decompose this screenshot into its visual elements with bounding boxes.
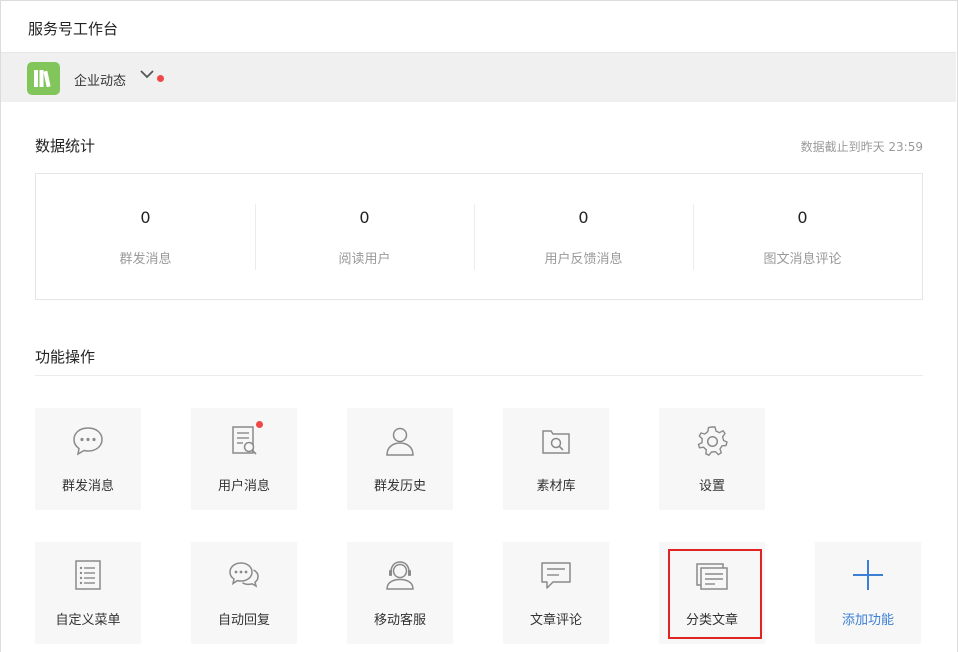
comment-box-icon (541, 562, 571, 589)
stat-value: 0 (359, 208, 370, 227)
account-name[interactable]: 企业动态 (74, 70, 126, 89)
tile-label: 添加功能 (841, 613, 894, 628)
chat-bubble-icon (73, 427, 103, 456)
tile-settings[interactable]: 设置 (659, 408, 765, 510)
tile-auto-reply[interactable]: 自动回复 (191, 542, 297, 644)
tile-label: 群发历史 (373, 479, 426, 494)
document-search-icon (232, 426, 257, 455)
stats-cutoff-note: 数据截止到昨天 23:59 (800, 140, 923, 154)
stat-mass-messages: 0 群发消息 (36, 174, 255, 299)
stat-label: 图文消息评论 (763, 252, 842, 267)
headset-user-icon (386, 561, 414, 590)
chat-bubbles-icon (229, 562, 259, 588)
gear-icon (697, 426, 728, 456)
folder-search-icon (542, 430, 570, 454)
tile-label: 群发消息 (61, 479, 114, 494)
top-bar: 服务号工作台 (1, 1, 956, 52)
tile-label: 文章评论 (529, 613, 582, 628)
tile-mobile-service[interactable]: 移动客服 (347, 542, 453, 644)
tile-label: 自定义菜单 (55, 613, 121, 628)
stats-title: 数据统计 (35, 137, 96, 155)
stat-feedback: 0 用户反馈消息 (474, 174, 693, 299)
tile-article-comments[interactable]: 文章评论 (503, 542, 609, 644)
selection-highlight (668, 549, 762, 639)
tile-add-function[interactable]: 添加功能 (815, 542, 921, 644)
tile-mass-history[interactable]: 群发历史 (347, 408, 453, 510)
stat-value: 0 (140, 208, 151, 227)
books-icon (34, 70, 51, 87)
tile-label: 素材库 (536, 479, 576, 494)
stat-value: 0 (578, 208, 589, 227)
tile-material-library[interactable]: 素材库 (503, 408, 609, 510)
stats-panel: 0 群发消息 0 阅读用户 0 用户反馈消息 0 图文消息评论 (35, 173, 923, 300)
notification-dot (157, 75, 164, 82)
divider (35, 375, 923, 376)
tile-label: 自动回复 (217, 613, 270, 628)
stat-label: 阅读用户 (338, 252, 391, 267)
stat-label: 群发消息 (119, 252, 172, 267)
page-title: 服务号工作台 (28, 20, 119, 38)
unread-badge (256, 421, 263, 428)
tile-label: 设置 (698, 479, 725, 494)
tile-label: 移动客服 (373, 613, 426, 628)
stat-label: 用户反馈消息 (544, 252, 623, 267)
plus-icon (853, 560, 883, 590)
tile-custom-menu[interactable]: 自定义菜单 (35, 542, 141, 644)
account-logo (27, 62, 60, 95)
tile-user-messages[interactable]: 用户消息 (191, 408, 297, 510)
functions-title: 功能操作 (35, 348, 96, 366)
user-icon (386, 427, 414, 456)
tile-mass-message[interactable]: 群发消息 (35, 408, 141, 510)
tile-label: 用户消息 (217, 479, 270, 494)
list-icon (75, 560, 101, 590)
chevron-down-icon[interactable] (140, 69, 154, 79)
account-bar[interactable]: 企业动态 (1, 52, 956, 102)
stat-value: 0 (797, 208, 808, 227)
stat-article-comments: 0 图文消息评论 (693, 174, 912, 299)
stat-readers: 0 阅读用户 (255, 174, 474, 299)
